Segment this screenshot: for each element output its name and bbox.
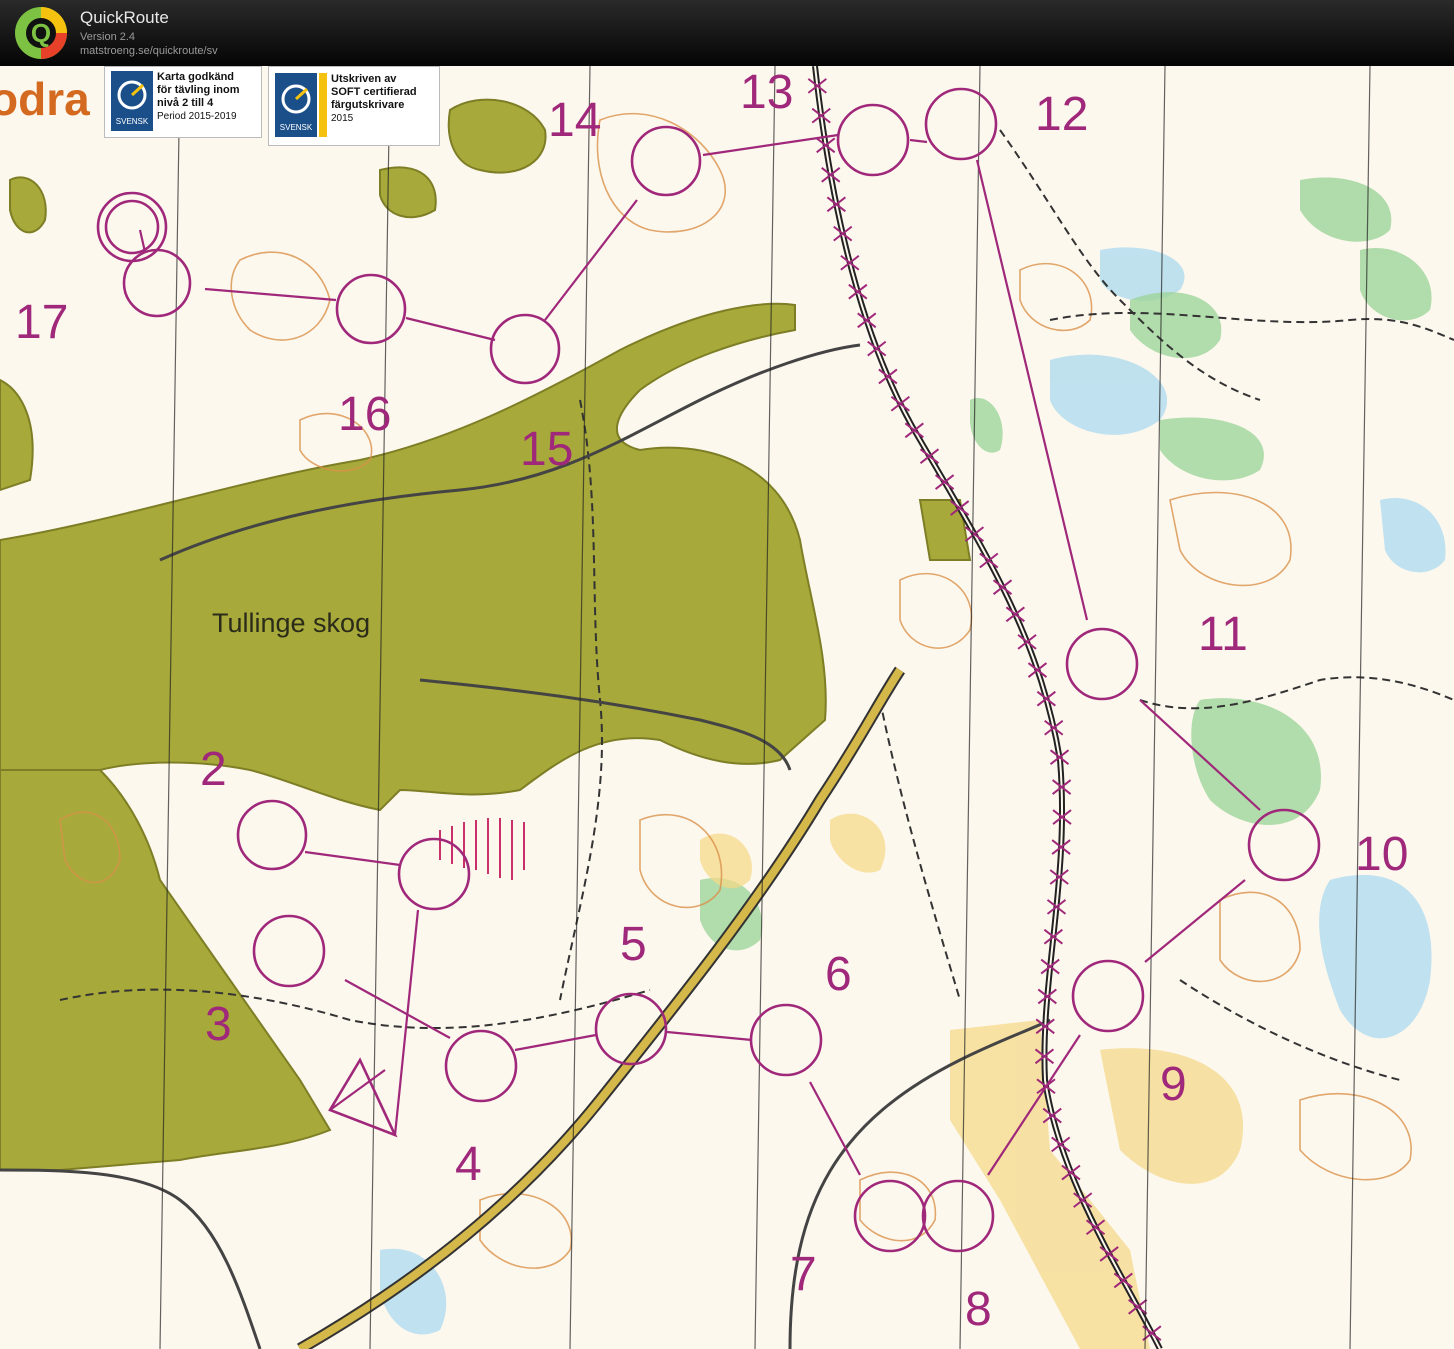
badge-yellow-stripe	[319, 73, 327, 137]
approval-badge: SVENSK Karta godkänd för tävling inom ni…	[104, 66, 262, 138]
badge2-line2: SOFT certifierad	[331, 86, 417, 98]
badge2-line4: 2015	[331, 113, 354, 124]
control-number-13: 13	[740, 66, 793, 119]
control-number-10: 10	[1355, 828, 1408, 881]
app-url: matstroeng.se/quickroute/sv	[80, 45, 218, 57]
control-number-12: 12	[1035, 88, 1088, 141]
svensk-orientering-logo-icon: SVENSK	[275, 73, 317, 137]
control-number-2: 2	[200, 743, 227, 796]
control-number-17: 17	[15, 296, 68, 349]
control-number-9: 9	[1160, 1058, 1187, 1111]
control-number-11: 11	[1198, 608, 1248, 661]
control-number-4: 4	[455, 1138, 482, 1191]
badge2-line1: Utskriven av	[331, 73, 397, 85]
control-number-8: 8	[965, 1283, 992, 1336]
map-title-fragment: odra	[0, 73, 90, 125]
badge1-line2: för tävling inom	[157, 84, 240, 96]
printer-badge: SVENSK Utskriven av SOFT certifierad fär…	[268, 66, 440, 146]
title-bar: Q QuickRoute Version 2.4 matstroeng.se/q…	[0, 0, 1454, 66]
badge2-line3: färgutskrivare	[331, 99, 405, 111]
control-number-14: 14	[548, 94, 601, 147]
badge1-logo-text: SVENSK	[116, 117, 149, 126]
orienteering-map[interactable]: 2 3 4 5 6 7 8 9 10 11 12 13 14 15 16 17 …	[0, 66, 1454, 1349]
control-number-7: 7	[790, 1248, 817, 1301]
control-number-15: 15	[520, 423, 573, 476]
svensk-orientering-logo-icon: SVENSK	[111, 71, 153, 131]
quickroute-logo-icon: Q	[15, 7, 67, 59]
app-version: Version 2.4	[80, 31, 136, 43]
badge1-line3: nivå 2 till 4	[157, 97, 214, 109]
logo-letter: Q	[31, 18, 51, 48]
control-number-3: 3	[205, 998, 232, 1051]
place-name: Tullinge skog	[212, 608, 370, 638]
app-title: QuickRoute	[80, 8, 169, 27]
badge1-line4: Period 2015-2019	[157, 111, 237, 122]
badge1-line1: Karta godkänd	[157, 71, 235, 83]
map-canvas[interactable]: 2 3 4 5 6 7 8 9 10 11 12 13 14 15 16 17 …	[0, 66, 1454, 1349]
quickroute-window: Q QuickRoute Version 2.4 matstroeng.se/q…	[0, 0, 1454, 1349]
badge2-logo-text: SVENSK	[280, 123, 313, 132]
control-number-6: 6	[825, 948, 852, 1001]
control-number-5: 5	[620, 918, 647, 971]
control-number-16: 16	[338, 388, 391, 441]
